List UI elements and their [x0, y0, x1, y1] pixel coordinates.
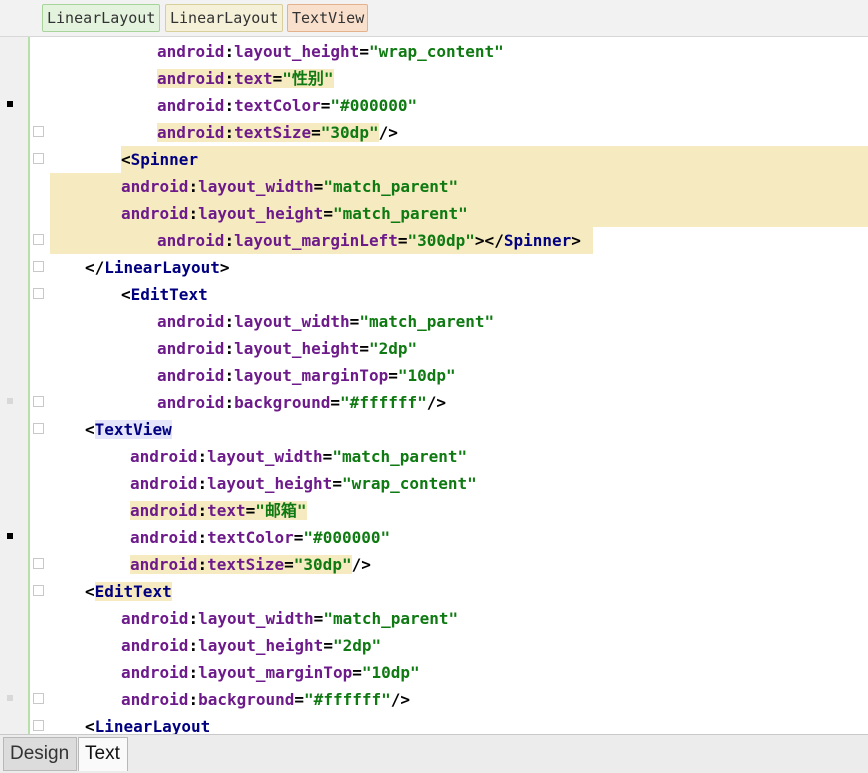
fold-start-icon[interactable]	[33, 585, 44, 596]
bookmark-marker[interactable]	[7, 101, 13, 107]
code-line[interactable]: android:background="#ffffff"/>	[121, 686, 410, 713]
code-line[interactable]: android:layout_height="wrap_content"	[157, 38, 504, 65]
tab-text[interactable]: Text	[78, 737, 128, 771]
code-line[interactable]: android:layout_height="wrap_content"	[130, 470, 477, 497]
fold-start-icon[interactable]	[33, 153, 44, 164]
breadcrumb-linearlayout-inner[interactable]: LinearLayout	[165, 4, 283, 32]
code-line[interactable]: android:layout_marginTop="10dp"	[121, 659, 420, 686]
code-line[interactable]: <EditText	[85, 578, 172, 605]
code-line[interactable]: <EditText	[121, 281, 208, 308]
code-line[interactable]: <Spinner	[121, 146, 868, 173]
tab-design[interactable]: Design	[3, 737, 77, 771]
breadcrumb-textview[interactable]: TextView	[287, 4, 368, 32]
breadcrumb-linearlayout-outer[interactable]: LinearLayout	[42, 4, 160, 32]
code-line[interactable]: android:layout_marginLeft="300dp"></Spin…	[50, 227, 593, 254]
code-line[interactable]: android:textSize="30dp"/>	[157, 119, 398, 146]
code-line[interactable]: android:textSize="30dp"/>	[130, 551, 371, 578]
line-gutter	[0, 37, 28, 734]
fold-end-icon[interactable]	[33, 261, 44, 272]
fold-start-icon[interactable]	[33, 288, 44, 299]
code-line[interactable]: android:layout_width="match_parent"	[157, 308, 494, 335]
code-line[interactable]: android:layout_width="match_parent"	[50, 173, 868, 200]
code-line[interactable]: android:layout_height="2dp"	[121, 632, 381, 659]
fold-end-icon[interactable]	[33, 396, 44, 407]
code-line[interactable]: <LinearLayout	[85, 713, 210, 734]
code-line[interactable]: android:layout_width="match_parent"	[121, 605, 458, 632]
code-editor[interactable]: android:layout_height="wrap_content" and…	[50, 37, 868, 734]
code-line[interactable]: <TextView	[85, 416, 172, 443]
fold-start-icon[interactable]	[33, 423, 44, 434]
bookmark-marker[interactable]	[7, 695, 13, 701]
code-line[interactable]: android:text="性别"	[157, 65, 334, 92]
code-line[interactable]: </LinearLayout>	[85, 254, 230, 281]
code-line[interactable]: android:layout_marginTop="10dp"	[157, 362, 456, 389]
fold-end-icon[interactable]	[33, 693, 44, 704]
code-line[interactable]: android:textColor="#000000"	[130, 524, 390, 551]
bookmark-marker[interactable]	[7, 533, 13, 539]
fold-column	[28, 37, 50, 734]
code-line[interactable]: android:textColor="#000000"	[157, 92, 417, 119]
fold-end-icon[interactable]	[33, 126, 44, 137]
editor-mode-tabs: Design Text	[0, 734, 868, 773]
code-line[interactable]: android:background="#ffffff"/>	[157, 389, 446, 416]
fold-end-icon[interactable]	[33, 234, 44, 245]
bookmark-marker[interactable]	[7, 398, 13, 404]
code-line[interactable]: android:layout_width="match_parent"	[130, 443, 467, 470]
fold-end-icon[interactable]	[33, 558, 44, 569]
code-line[interactable]: android:layout_height="match_parent"	[50, 200, 868, 227]
code-line[interactable]: android:layout_height="2dp"	[157, 335, 417, 362]
fold-start-icon[interactable]	[33, 720, 44, 731]
breadcrumb-bar: LinearLayout LinearLayout TextView	[0, 0, 868, 37]
code-line[interactable]: android:text="邮箱"	[130, 497, 307, 524]
